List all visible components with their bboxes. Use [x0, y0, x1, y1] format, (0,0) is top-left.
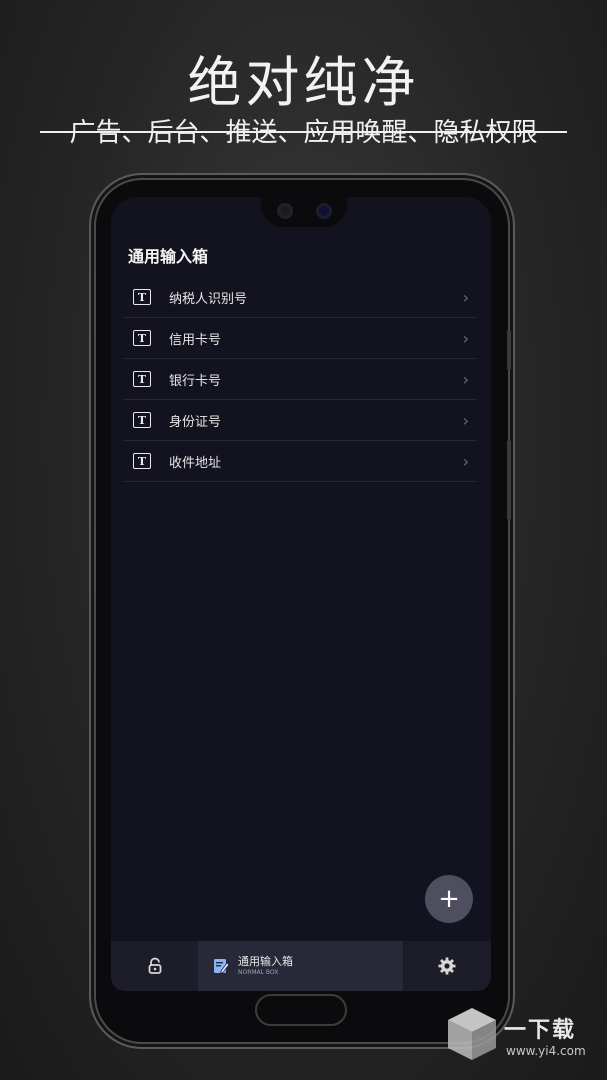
nav-tab-normal-box[interactable]: 通用输入箱 NORMAL BOX: [198, 941, 403, 991]
list-item[interactable]: T 信用卡号 ›: [123, 318, 477, 359]
chevron-right-icon: ›: [462, 452, 469, 471]
list-item[interactable]: T 身份证号 ›: [123, 400, 477, 441]
list-item[interactable]: T 纳税人识别号 ›: [123, 277, 477, 318]
bottom-nav: 通用输入箱 NORMAL BOX: [111, 941, 491, 991]
lock-icon: [148, 957, 161, 974]
nav-tab-settings[interactable]: [403, 941, 491, 991]
nav-tab-subtitle: NORMAL BOX: [238, 969, 279, 976]
text-type-icon: T: [133, 453, 151, 469]
chevron-right-icon: ›: [462, 288, 469, 307]
promo-strikethrough-text: 广告、后台、推送、应用唤醒、隐私权限: [40, 112, 567, 149]
watermark-title: 一下载: [504, 1018, 577, 1043]
cube-logo-icon: [448, 1008, 496, 1060]
nav-tab-lock[interactable]: [111, 941, 198, 991]
nav-tab-text: 通用输入箱 NORMAL BOX: [238, 956, 293, 976]
list-item-label: 纳税人识别号: [169, 291, 248, 307]
phone-side-button: [507, 330, 511, 370]
watermark-url: www.yi4.com: [506, 1044, 586, 1058]
phone-volume-button: [507, 440, 511, 520]
edit-note-icon: [214, 959, 230, 974]
watermark: 一下载 www.yi4.com: [440, 1000, 600, 1070]
list-item[interactable]: T 银行卡号 ›: [123, 359, 477, 400]
app-screen: 通用输入箱 T 纳税人识别号 › T 信用卡号 › T 银行卡号 › T 身份证…: [111, 197, 491, 991]
list-item-label: 银行卡号: [169, 373, 222, 389]
front-camera-icon: [277, 203, 293, 219]
list-item-label: 收件地址: [169, 455, 222, 471]
text-type-icon: T: [133, 330, 151, 346]
text-type-icon: T: [133, 412, 151, 428]
list-item-label: 身份证号: [169, 414, 222, 430]
list-item-label: 信用卡号: [169, 332, 222, 348]
promo-headline: 绝对纯净: [187, 51, 420, 114]
chevron-right-icon: ›: [462, 370, 469, 389]
nav-tab-title: 通用输入箱: [238, 955, 293, 968]
front-sensor-icon: [316, 203, 332, 219]
phone-notch: [261, 197, 347, 227]
input-box-list: T 纳税人识别号 › T 信用卡号 › T 银行卡号 › T 身份证号 › T: [123, 277, 477, 482]
text-type-icon: T: [133, 289, 151, 305]
list-item[interactable]: T 收件地址 ›: [123, 441, 477, 482]
phone-home-button: [255, 994, 347, 1026]
text-type-icon: T: [133, 371, 151, 387]
chevron-right-icon: ›: [462, 411, 469, 430]
phone-frame: 通用输入箱 T 纳税人识别号 › T 信用卡号 › T 银行卡号 › T 身份证…: [96, 180, 511, 1042]
gear-icon: [438, 957, 456, 975]
add-button[interactable]: +: [425, 875, 473, 923]
chevron-right-icon: ›: [462, 329, 469, 348]
page-title: 通用输入箱: [128, 247, 209, 266]
